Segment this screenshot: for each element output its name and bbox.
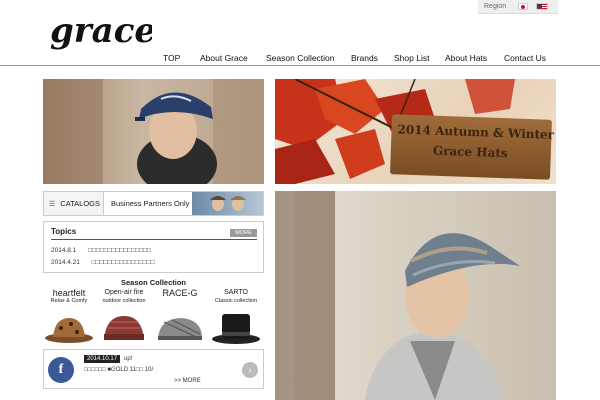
catalog-book-icon: ☰ xyxy=(49,200,56,208)
main-nav: TOP About Grace Season Collection Brands… xyxy=(0,52,600,66)
facebook-feed: f 2014.10.17 up! □□□□□□ ■GOLD 11□□ 10/ >… xyxy=(43,349,264,389)
topic-title: □□□□□□□□□□□□□□□□ xyxy=(88,247,151,254)
banner-subtitle: Grace Hats xyxy=(432,143,508,161)
season-collection-heading: Season Collection xyxy=(120,278,186,287)
catalogs-label: CATALOGS xyxy=(60,199,101,208)
brand-name: heartfelt xyxy=(52,288,86,298)
topics-panel: Topics MORE 2014.8.1 □□□□□□□□□□□□□□□□ 20… xyxy=(43,221,264,273)
brand-sarto[interactable]: SARTO Classic collection xyxy=(210,288,262,346)
topic-item[interactable]: 2014.8.1 □□□□□□□□□□□□□□□□ xyxy=(51,247,151,254)
nav-season-collection[interactable]: Season Collection xyxy=(266,53,335,63)
hero-model-photo[interactable] xyxy=(43,79,264,184)
autumn-winter-banner[interactable]: 2014 Autumn & Winter Grace Hats xyxy=(275,79,556,184)
hero-model-illustration xyxy=(43,79,264,184)
business-partners-photo[interactable] xyxy=(192,192,263,215)
top-hat-icon xyxy=(212,314,260,344)
leopard-hat-icon xyxy=(45,318,93,343)
banner-title: 2014 Autumn & Winter xyxy=(397,122,555,142)
grace-logo[interactable]: grace xyxy=(48,10,156,56)
topic-title: □□□□□□□□□□□□□□□□ xyxy=(91,259,155,266)
model-knit-hat-illustration xyxy=(275,191,520,400)
wooden-sign: 2014 Autumn & Winter Grace Hats xyxy=(390,114,555,180)
topic-item[interactable]: 2014.4.21 □□□□□□□□□□□□□□□□ xyxy=(51,259,155,266)
region-selector: Region xyxy=(478,0,558,14)
partners-models-illustration xyxy=(210,196,246,211)
cap-hat-icon xyxy=(158,318,202,340)
facebook-post-date: 2014.10.17 xyxy=(84,355,121,363)
topic-date: 2014.8.1 xyxy=(51,247,77,254)
nav-about-grace[interactable]: About Grace xyxy=(200,53,248,63)
logo-wordmark: grace xyxy=(50,11,156,51)
facebook-more-link[interactable]: >> MORE xyxy=(174,378,201,384)
topics-heading: Topics xyxy=(51,227,77,236)
brand-subtitle: outdoor collection xyxy=(102,298,146,304)
knit-cap-icon xyxy=(104,316,144,340)
brand-subtitle: Classic collection xyxy=(214,298,258,304)
topics-divider xyxy=(51,239,257,240)
facebook-icon[interactable]: f xyxy=(48,357,74,383)
catalog-bar: ☰ CATALOGS Business Partners Only xyxy=(43,191,264,216)
brand-open-air-fire[interactable]: Open-air fire outdoor collection xyxy=(98,288,150,346)
facebook-up-label: up! xyxy=(124,356,133,362)
next-arrow-icon[interactable]: › xyxy=(242,362,258,378)
topic-date: 2014.4.21 xyxy=(51,259,80,266)
facebook-post-text: □□□□□□ ■GOLD 11□□ 10/ xyxy=(84,367,154,373)
main-model-photo[interactable] xyxy=(275,191,556,400)
brand-subtitle: Relax & Comfy xyxy=(50,298,88,304)
business-partners-label: Business Partners Only xyxy=(111,199,190,208)
nav-brands[interactable]: Brands xyxy=(351,53,378,63)
topics-more-button[interactable]: MORE xyxy=(230,229,257,237)
nav-top[interactable]: TOP xyxy=(163,53,180,63)
brand-name: SARTO xyxy=(224,289,248,296)
catalogs-link[interactable]: ☰ CATALOGS xyxy=(44,192,104,215)
region-label: Region xyxy=(484,3,507,10)
brand-race-g[interactable]: RACE-G xyxy=(154,288,206,346)
nav-contact-us[interactable]: Contact Us xyxy=(504,53,546,63)
japan-flag-icon[interactable] xyxy=(518,3,528,10)
business-partners-link[interactable]: Business Partners Only xyxy=(104,192,192,215)
svg-text:grace: grace xyxy=(50,11,152,51)
brand-name: RACE-G xyxy=(162,288,198,298)
nav-shop-list[interactable]: Shop List xyxy=(394,53,429,63)
usa-flag-icon[interactable] xyxy=(536,3,548,10)
brand-heartfelt[interactable]: heartfelt Relax & Comfy xyxy=(43,288,95,346)
brand-name: Open-air fire xyxy=(104,289,144,296)
nav-about-hats[interactable]: About Hats xyxy=(445,53,487,63)
